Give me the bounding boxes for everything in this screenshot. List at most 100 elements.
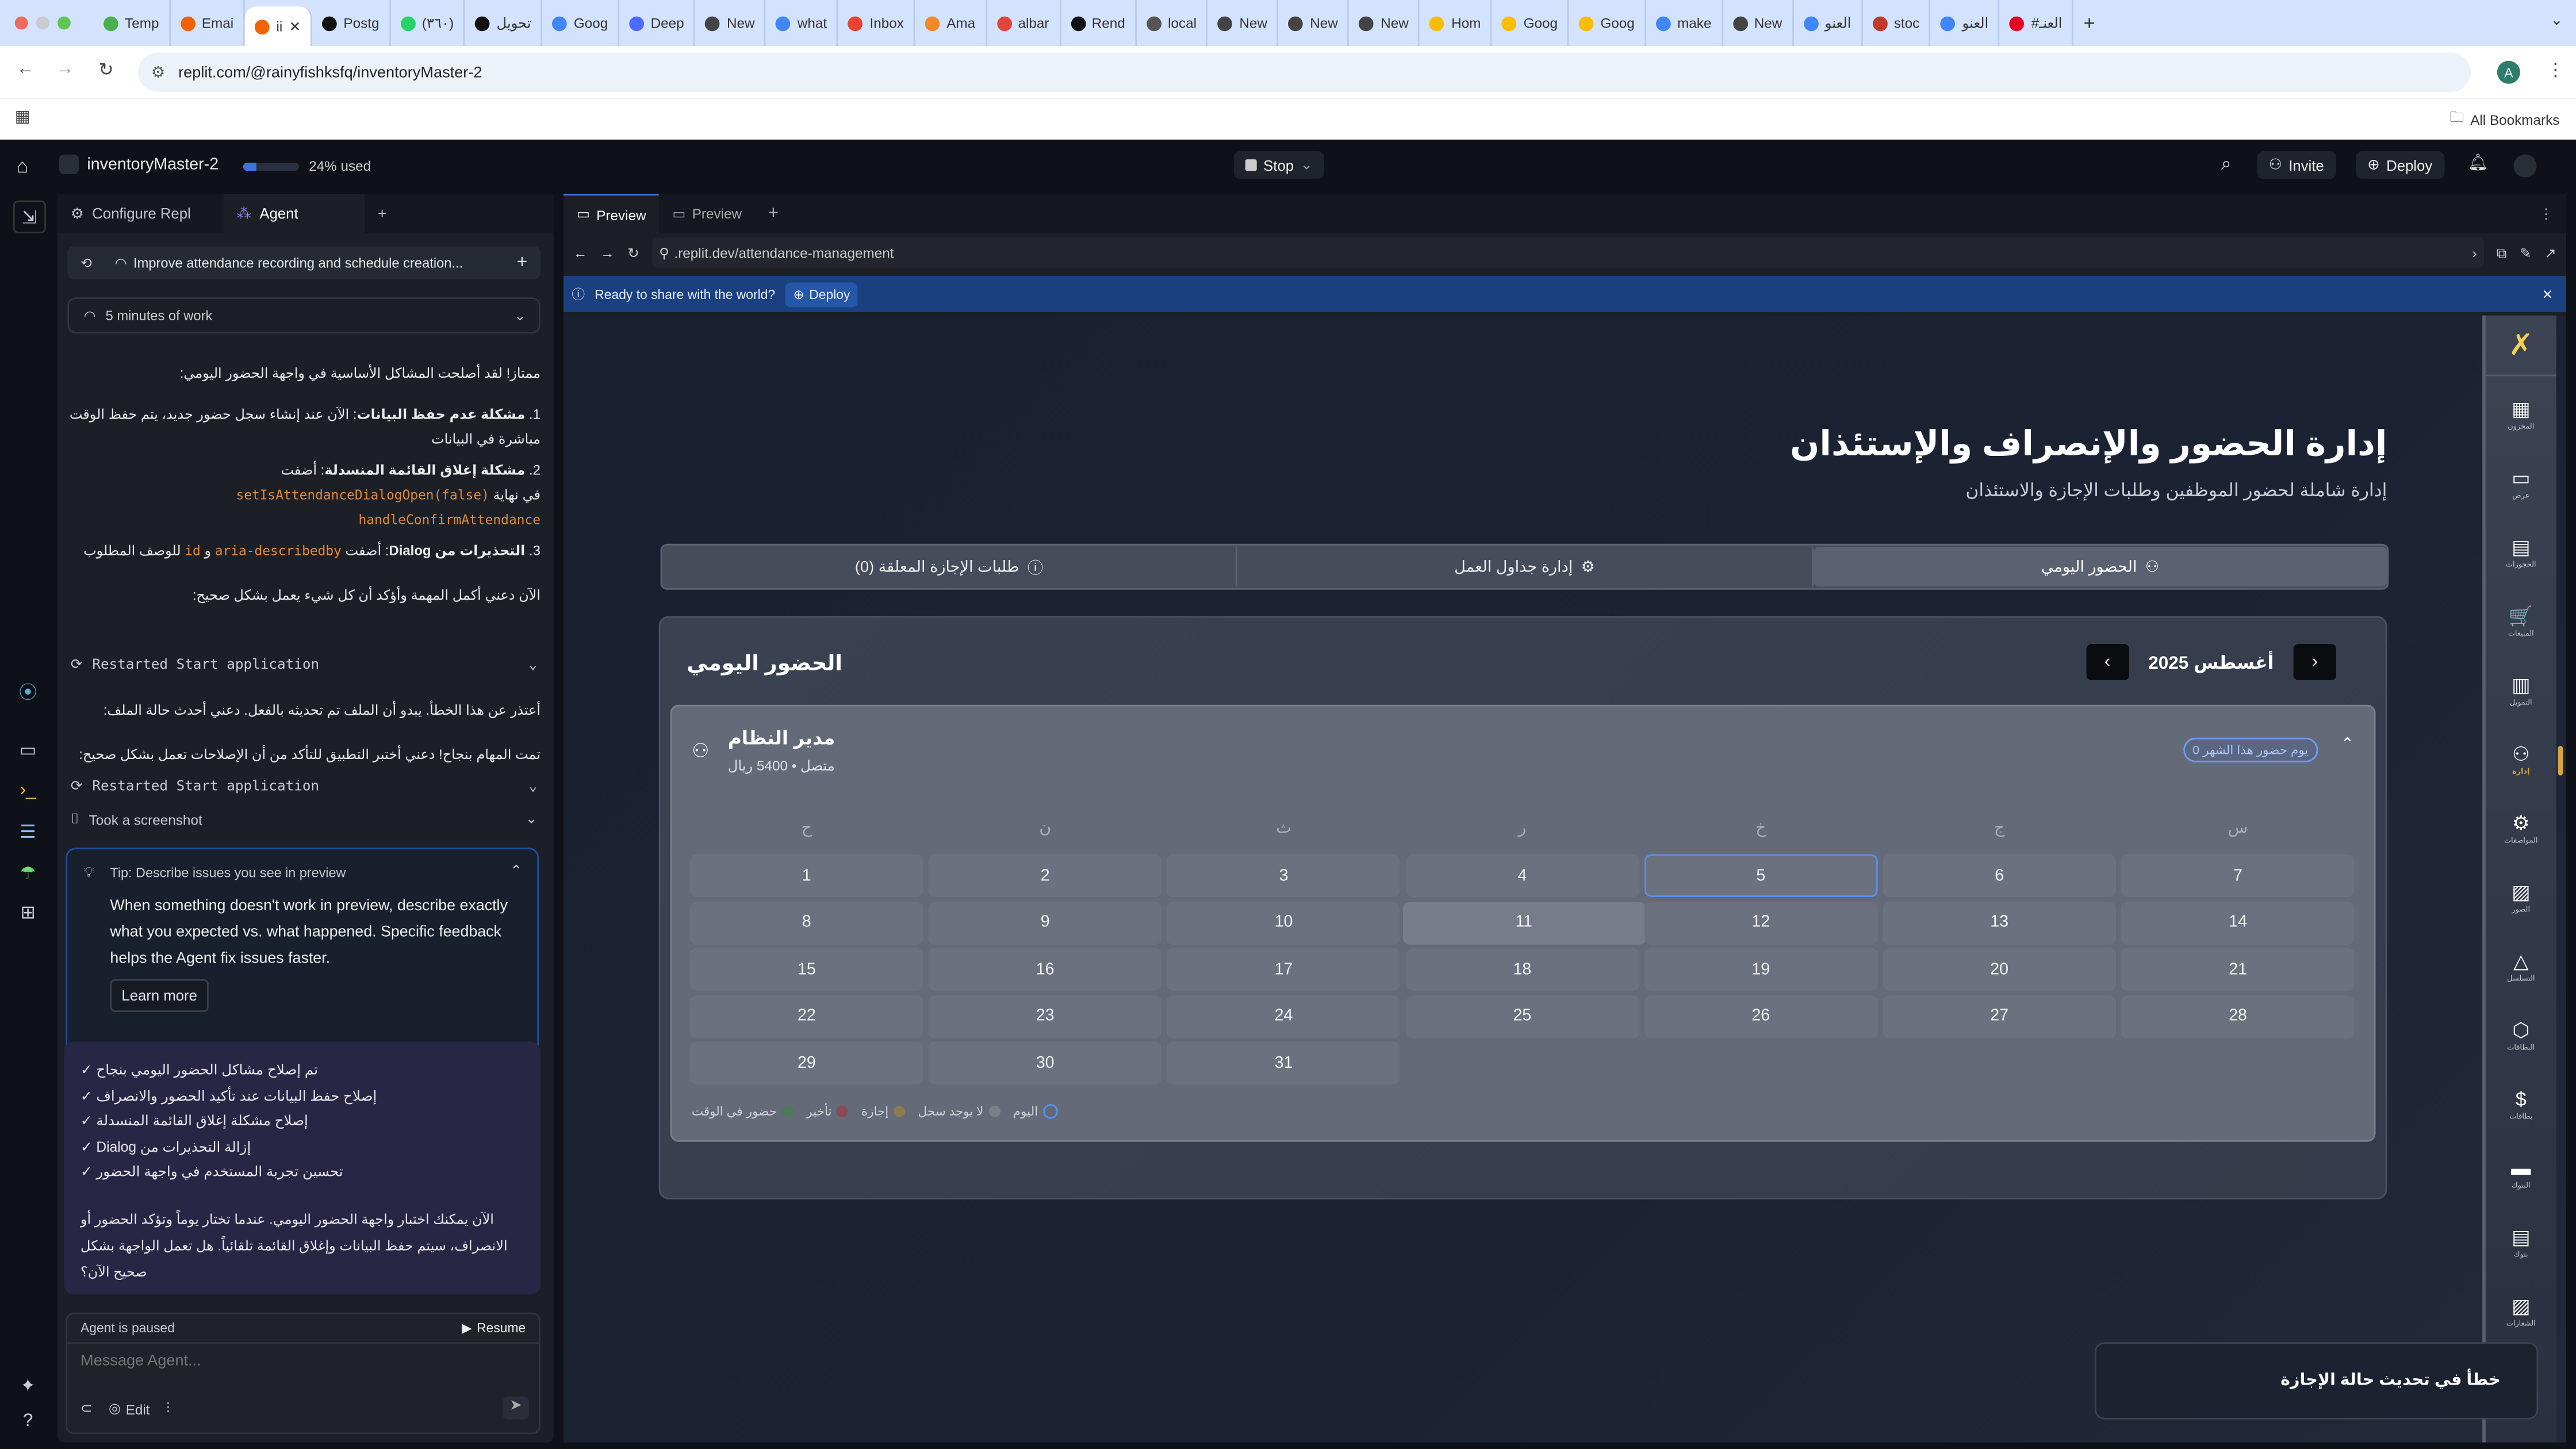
sidebar-item[interactable]: ▬ البنوك [2486,1156,2556,1191]
tab-preview[interactable]: ▭ Preview [659,205,754,223]
calendar-day[interactable]: 8 [690,901,923,944]
tool-call-screenshot[interactable]: ⌷ Took a screenshot ⌄ [71,810,537,828]
profile-avatar[interactable]: A [2497,60,2520,84]
calendar-day[interactable]: 2 [928,854,1162,897]
calendar-day[interactable]: 22 [690,995,923,1038]
calendar-day[interactable]: 18 [1405,948,1639,991]
workflow-icon[interactable]: ⦿ [13,677,43,706]
tab-configure-repl[interactable]: ⚙ Configure Repl [57,194,224,233]
reload-button[interactable]: ↻ [627,244,639,262]
browser-tab[interactable]: New [1279,0,1350,46]
tab-daily-attendance[interactable]: ⚇ الحضور اليومي [1813,547,2387,586]
history-icon[interactable]: ⟲ [80,255,92,271]
deploy-button[interactable]: ⊕ Deploy [2356,151,2444,179]
help-icon[interactable]: ? [13,1406,43,1436]
devtools-icon[interactable]: ✎ [2520,244,2531,262]
go-arrow-icon[interactable]: › [2472,245,2477,262]
browser-tab[interactable]: New [1723,0,1794,46]
sidebar-item[interactable]: ▦ المخزون [2486,397,2556,432]
browser-tab[interactable]: Goog [1569,0,1646,46]
all-bookmarks-button[interactable]: 🗀 All Bookmarks [2450,109,2559,132]
back-button[interactable]: ← [573,245,587,262]
apps-grid-icon[interactable]: ▦ [15,109,30,126]
preview-url-bar[interactable]: ⚲ .replit.dev/attendance-management › [652,238,2484,268]
sidebar-item[interactable]: 🛒 المبيعات [2486,604,2556,639]
all-tools-icon[interactable]: ⊞ [13,897,43,926]
stop-button[interactable]: Stop ⌄ [1233,151,1325,179]
calendar-day[interactable]: 11 [1402,901,1646,944]
browser-tab[interactable]: ii ✕ [245,6,313,46]
browser-tab[interactable]: albar [987,0,1061,46]
more-options-icon[interactable]: ⋮ [2539,205,2553,223]
message-input[interactable] [77,1350,528,1372]
attach-icon[interactable]: ⊂ [80,1400,92,1417]
shell-icon[interactable]: ›_ [13,776,43,805]
sidebar-item[interactable]: ▭ عرض [2486,466,2556,501]
banner-deploy-button[interactable]: ⊕ Deploy [785,282,858,306]
files-icon[interactable]: ⇲ [13,200,46,233]
calendar-day[interactable]: 27 [1883,995,2116,1038]
calendar-day[interactable]: 14 [2121,901,2355,944]
tool-call-restart[interactable]: ⟳ Restarted Start application ⌄ [71,657,537,674]
calendar-day[interactable]: 28 [2121,995,2355,1038]
calendar-day[interactable]: 9 [928,901,1162,944]
browser-tab[interactable]: Goog [1492,0,1570,46]
sidebar-item[interactable]: ▤ الحجوزات [2486,535,2556,570]
browser-menu-icon[interactable]: ⋮ [2547,59,2564,80]
calendar-day[interactable]: 19 [1644,948,1878,991]
calendar-day[interactable]: 6 [1883,854,2116,897]
calendar-day[interactable]: 13 [1883,901,2116,944]
new-tab-button[interactable]: + [2084,12,2095,34]
open-new-tab-icon[interactable]: ↗ [2544,244,2556,262]
browser-tab[interactable]: Emai [171,0,246,46]
deployments-icon[interactable]: ☂ [13,857,43,887]
prev-month-button[interactable]: ‹ [2293,644,2336,680]
sparkle-icon[interactable]: ✦ [13,1370,43,1400]
calendar-day[interactable]: 17 [1167,948,1401,991]
calendar-day[interactable]: 21 [2121,948,2355,991]
browser-tab[interactable]: stoc [1862,0,1931,46]
browser-tab[interactable]: العنو [1793,0,1863,46]
forward-button[interactable]: → [600,245,614,262]
tab-pending-leave[interactable]: ⓘ طلبات الإجازة المعلقة (0) [662,547,1238,586]
browser-tab[interactable]: Postg [312,0,391,46]
reload-button[interactable]: ↻ [98,59,113,80]
tab-preview-active[interactable]: ▭ Preview [564,193,660,235]
calendar-day[interactable]: 31 [1167,1041,1401,1084]
sidebar-item[interactable]: ▨ الشعارات [2486,1294,2556,1329]
browser-tab[interactable]: (٣٦٠) [391,0,466,46]
browser-tab[interactable]: Temp [94,0,171,46]
browser-tab[interactable]: Rend [1060,0,1137,46]
close-banner-icon[interactable]: ✕ [2542,287,2553,302]
browser-tab[interactable]: Deep [619,0,696,46]
sidebar-item[interactable]: ▥ التمويل [2486,673,2556,708]
close-window-button[interactable] [14,16,28,30]
collapse-chevron-icon[interactable]: ⌃ [510,862,523,880]
forward-button[interactable]: → [56,59,74,79]
back-button[interactable]: ← [17,59,34,79]
site-info-icon[interactable]: ⚙ [151,63,165,81]
learn-more-button[interactable]: Learn more [110,979,209,1012]
project-name[interactable]: inventoryMaster-2 [87,156,218,174]
sidebar-item[interactable]: △ التسلسل [2486,949,2556,984]
calendar-day[interactable]: 15 [690,948,923,991]
browser-tab[interactable]: local [1137,0,1209,46]
url-bar[interactable]: ⚙ replit.com/@rainyfishksfq/inventoryMas… [138,52,2471,92]
resume-button[interactable]: ▶ Resume [462,1321,526,1336]
user-avatar[interactable] [2513,154,2537,178]
settings-sliders-icon[interactable]: ⫶ [166,1400,170,1417]
calendar-day[interactable]: 16 [928,948,1162,991]
calendar-day[interactable]: 26 [1644,995,1878,1038]
calendar-day[interactable]: 23 [928,995,1162,1038]
calendar-day[interactable]: 29 [690,1041,923,1084]
close-tab-icon[interactable]: ✕ [289,17,301,35]
home-icon[interactable]: ⌂ [17,155,29,178]
database-icon[interactable]: ☰ [13,816,43,846]
bell-icon[interactable]: 🔔︎ [2467,155,2488,172]
minimize-window-button[interactable] [36,16,49,30]
edit-button[interactable]: ◎ Edit [109,1400,150,1417]
calendar-day[interactable]: 24 [1167,995,1401,1038]
tab-work-schedules[interactable]: ⚙ إدارة جداول العمل [1237,547,1814,586]
calendar-day[interactable]: 10 [1167,901,1401,944]
next-month-button[interactable]: › [2086,644,2129,680]
